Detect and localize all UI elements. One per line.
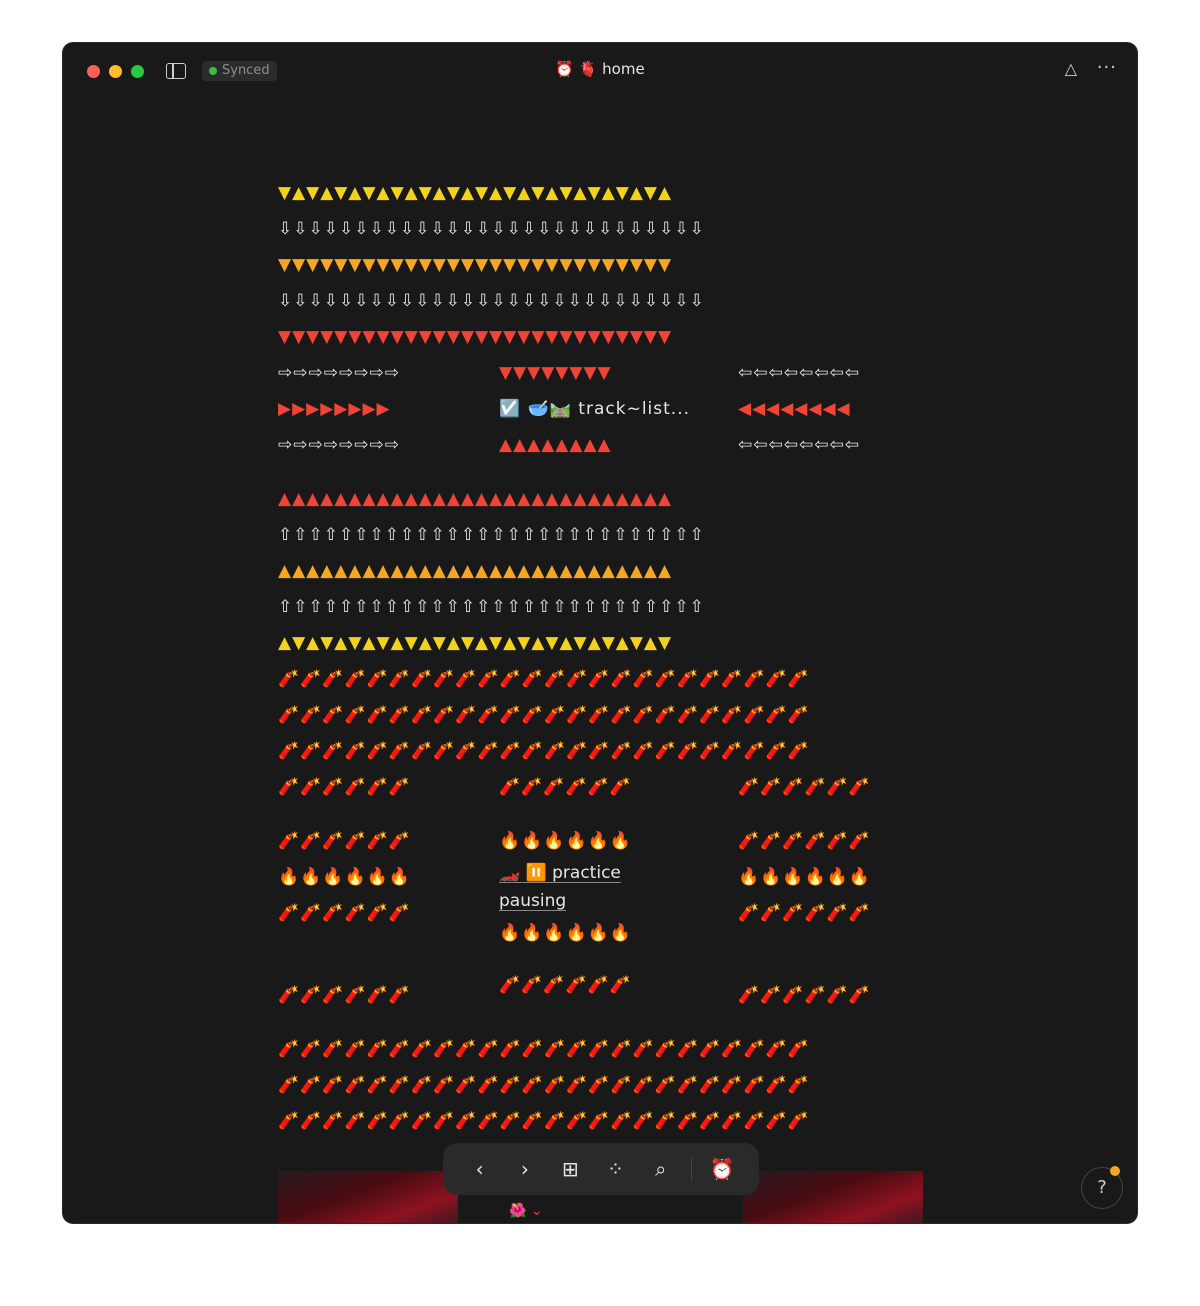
emoji-row: 🧨🧨🧨🧨🧨🧨 <box>278 985 412 1005</box>
practice-pausing-link[interactable]: 🏎️ ⏸️ practice pausing <box>499 859 699 915</box>
emoji-row: ⇩⇩⇩⇩⇩⇩⇩⇩⇩⇩⇩⇩⇩⇩⇩⇩⇩⇩⇩⇩⇩⇩⇩⇩⇩⇩⇩⇩ <box>278 219 705 239</box>
emoji-row: 🧨🧨🧨🧨🧨🧨 <box>738 831 872 851</box>
app-window: Synced ⏰ 🫀 home △ ··· ▼▲▼▲▼▲▼▲▼▲▼▲▼▲▼▲▼▲… <box>63 43 1137 1223</box>
arrow-row: ⇦⇦⇦⇦⇦⇦⇦⇦ <box>738 363 860 383</box>
graph-icon[interactable]: ⁘ <box>600 1157 630 1181</box>
arrow-row: ▲▲▲▲▲▲▲▲ <box>499 435 612 455</box>
arrow-row: ◀◀◀◀◀◀◀◀ <box>738 399 851 419</box>
emoji-row: 🧨🧨🧨🧨🧨🧨🧨🧨🧨🧨🧨🧨🧨🧨🧨🧨🧨🧨🧨🧨🧨🧨🧨🧨 <box>278 1039 811 1059</box>
search-icon[interactable]: ⌕ <box>646 1157 676 1181</box>
emoji-row: 🔥🔥🔥🔥🔥🔥 <box>499 831 633 851</box>
emoji-row: ▲▲▲▲▲▲▲▲▲▲▲▲▲▲▲▲▲▲▲▲▲▲▲▲▲▲▲▲ <box>278 489 673 509</box>
emoji-row: 🔥🔥🔥🔥🔥🔥 <box>499 923 633 943</box>
emoji-row: 🧨🧨🧨🧨🧨🧨🧨🧨🧨🧨🧨🧨🧨🧨🧨🧨🧨🧨🧨🧨🧨🧨🧨🧨 <box>278 669 811 689</box>
emoji-row: 🧨🧨🧨🧨🧨🧨 <box>278 831 412 851</box>
title-bar: Synced ⏰ 🫀 home △ ··· <box>63 43 1137 99</box>
arrow-row: ▼▼▼▼▼▼▼▼ <box>499 363 612 383</box>
emoji-row: 🧨🧨🧨🧨🧨🧨 <box>738 903 872 923</box>
more-options-icon[interactable]: ··· <box>1097 57 1117 78</box>
alarm-icon[interactable]: ⏰ <box>707 1157 737 1181</box>
emoji-row: 🧨🧨🧨🧨🧨🧨 <box>738 777 872 797</box>
emoji-row: 🔥🔥🔥🔥🔥🔥 <box>738 867 872 887</box>
right-column: 🧨🧨🧨🧨🧨🧨 🧨🧨🧨🧨🧨🧨 🔥🔥🔥🔥🔥🔥 🧨🧨🧨🧨🧨🧨 🧨🧨🧨🧨🧨🧨 <box>738 769 920 1013</box>
emoji-row: 🧨🧨🧨🧨🧨🧨 <box>738 985 872 1005</box>
emoji-row: 🔥🔥🔥🔥🔥🔥 <box>278 867 412 887</box>
right-column: ⇦⇦⇦⇦⇦⇦⇦⇦ ◀◀◀◀◀◀◀◀ ⇦⇦⇦⇦⇦⇦⇦⇦ <box>738 355 920 463</box>
emoji-row: 🧨🧨🧨🧨🧨🧨 <box>278 903 412 923</box>
arrow-row: ⇨⇨⇨⇨⇨⇨⇨⇨ <box>278 363 400 383</box>
practice-link-line[interactable]: pausing <box>499 887 699 915</box>
rose-image <box>278 1171 458 1223</box>
emoji-row: ▼▲▼▲▼▲▼▲▼▲▼▲▼▲▼▲▼▲▼▲▼▲▼▲▼▲▼▲ <box>278 183 673 203</box>
emoji-row: ▼▼▼▼▼▼▼▼▼▼▼▼▼▼▼▼▼▼▼▼▼▼▼▼▼▼▼▼ <box>278 327 673 347</box>
emoji-row: 🧨🧨🧨🧨🧨🧨 <box>499 777 633 797</box>
emoji-row: 🧨🧨🧨🧨🧨🧨 <box>499 975 633 995</box>
left-column: 🧨🧨🧨🧨🧨🧨 🧨🧨🧨🧨🧨🧨 🔥🔥🔥🔥🔥🔥 🧨🧨🧨🧨🧨🧨 🧨🧨🧨🧨🧨🧨 <box>278 769 460 1013</box>
arrow-row: ▶▶▶▶▶▶▶▶ <box>278 399 391 419</box>
emoji-row: ▲▼▲▼▲▼▲▼▲▼▲▼▲▼▲▼▲▼▲▼▲▼▲▼▲▼▲▼ <box>278 633 673 653</box>
practice-block: 🧨🧨🧨🧨🧨🧨 🧨🧨🧨🧨🧨🧨 🔥🔥🔥🔥🔥🔥 🧨🧨🧨🧨🧨🧨 🧨🧨🧨🧨🧨🧨 🧨🧨🧨🧨🧨… <box>278 769 920 1013</box>
emoji-row: 🧨🧨🧨🧨🧨🧨🧨🧨🧨🧨🧨🧨🧨🧨🧨🧨🧨🧨🧨🧨🧨🧨🧨🧨 <box>278 741 811 761</box>
emoji-row: ⇧⇧⇧⇧⇧⇧⇧⇧⇧⇧⇧⇧⇧⇧⇧⇧⇧⇧⇧⇧⇧⇧⇧⇧⇧⇧⇧⇧ <box>278 597 705 617</box>
graph-view-icon[interactable]: △ <box>1065 59 1077 78</box>
track-list-block: ⇨⇨⇨⇨⇨⇨⇨⇨ ▶▶▶▶▶▶▶▶ ⇨⇨⇨⇨⇨⇨⇨⇨ ▼▼▼▼▼▼▼▼ ☑️ 🥣… <box>278 355 920 463</box>
left-column: ⇨⇨⇨⇨⇨⇨⇨⇨ ▶▶▶▶▶▶▶▶ ⇨⇨⇨⇨⇨⇨⇨⇨ <box>278 355 460 463</box>
notification-dot <box>1110 1166 1120 1176</box>
page-title: ⏰ 🫀 home <box>555 60 645 78</box>
emoji-row: 🧨🧨🧨🧨🧨🧨🧨🧨🧨🧨🧨🧨🧨🧨🧨🧨🧨🧨🧨🧨🧨🧨🧨🧨 <box>278 1111 811 1131</box>
middle-column: 🧨🧨🧨🧨🧨🧨 🔥🔥🔥🔥🔥🔥 🏎️ ⏸️ practice pausing 🔥🔥🔥… <box>499 769 699 1013</box>
arrow-row: ⇦⇦⇦⇦⇦⇦⇦⇦ <box>738 435 860 455</box>
emoji-row: 🧨🧨🧨🧨🧨🧨🧨🧨🧨🧨🧨🧨🧨🧨🧨🧨🧨🧨🧨🧨🧨🧨🧨🧨 <box>278 705 811 725</box>
bottom-nav-dock: ‹ › ⊞ ⁘ ⌕ ⏰ <box>443 1143 759 1195</box>
emoji-row: 🧨🧨🧨🧨🧨🧨 <box>278 777 412 797</box>
emoji-row: 🧨🧨🧨🧨🧨🧨🧨🧨🧨🧨🧨🧨🧨🧨🧨🧨🧨🧨🧨🧨🧨🧨🧨🧨 <box>278 1075 811 1095</box>
back-icon[interactable]: ‹ <box>465 1157 495 1181</box>
new-note-icon[interactable]: ⊞ <box>555 1157 585 1181</box>
emoji-row: ⇧⇧⇧⇧⇧⇧⇧⇧⇧⇧⇧⇧⇧⇧⇧⇧⇧⇧⇧⇧⇧⇧⇧⇧⇧⇧⇧⇧ <box>278 525 705 545</box>
forward-icon[interactable]: › <box>510 1157 540 1181</box>
track-list-link[interactable]: ☑️ 🥣🛤️ track~list... <box>499 391 699 427</box>
practice-link-line[interactable]: 🏎️ ⏸️ practice <box>499 859 699 887</box>
arrow-row: ⇨⇨⇨⇨⇨⇨⇨⇨ <box>278 435 400 455</box>
dock-divider <box>691 1157 693 1181</box>
collapsed-block-toggle[interactable]: 🌺 ⌄ <box>509 1203 543 1219</box>
middle-column: ▼▼▼▼▼▼▼▼ ☑️ 🥣🛤️ track~list... ▲▲▲▲▲▲▲▲ <box>499 355 699 463</box>
emoji-row: ▲▲▲▲▲▲▲▲▲▲▲▲▲▲▲▲▲▲▲▲▲▲▲▲▲▲▲▲ <box>278 561 673 581</box>
rose-image <box>743 1171 923 1223</box>
emoji-row: ▼▼▼▼▼▼▼▼▼▼▼▼▼▼▼▼▼▼▼▼▼▼▼▼▼▼▼▼ <box>278 255 673 275</box>
emoji-row: ⇩⇩⇩⇩⇩⇩⇩⇩⇩⇩⇩⇩⇩⇩⇩⇩⇩⇩⇩⇩⇩⇩⇩⇩⇩⇩⇩⇩ <box>278 291 705 311</box>
page-content: ▼▲▼▲▼▲▼▲▼▲▼▲▼▲▼▲▼▲▼▲▼▲▼▲▼▲▼▲ ⇩⇩⇩⇩⇩⇩⇩⇩⇩⇩⇩… <box>278 175 920 1139</box>
